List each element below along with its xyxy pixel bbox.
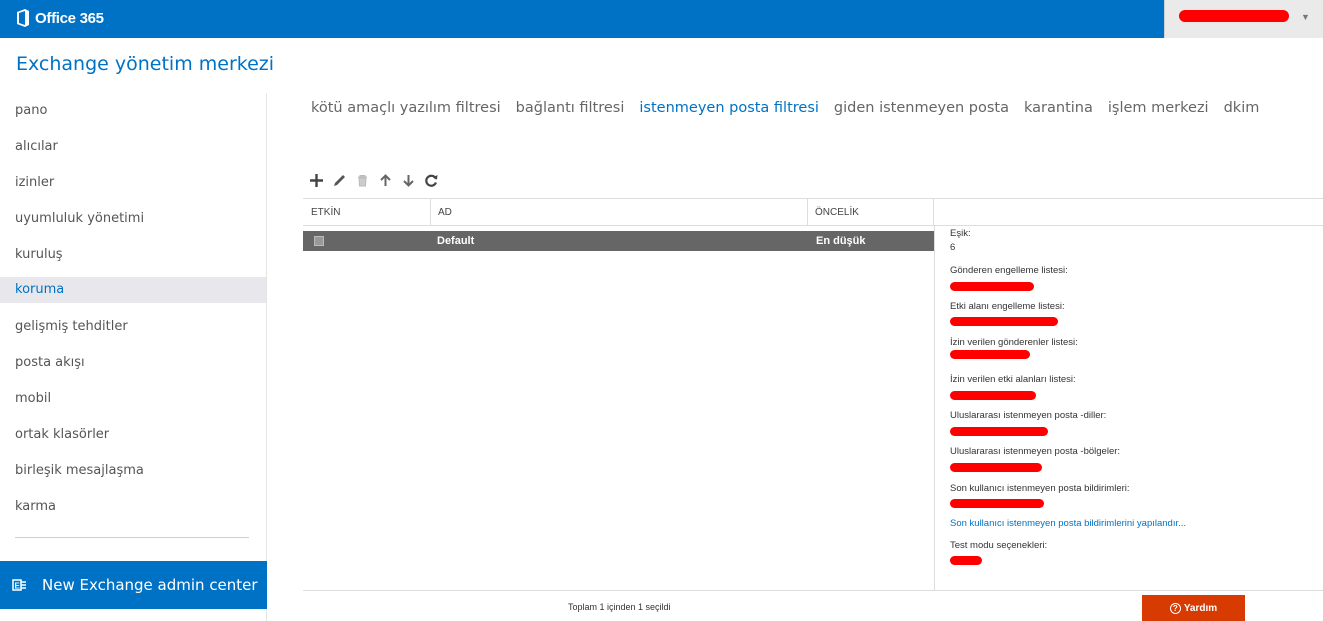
add-button[interactable] (305, 171, 328, 189)
tab-malware-filter[interactable]: kötü amaçlı yazılım filtresi (311, 100, 501, 122)
nav-item-uyumluluk[interactable]: uyumluluk yönetimi (0, 206, 266, 232)
filter-tabs: kötü amaçlı yazılım filtresi bağlantı fi… (311, 100, 1274, 122)
nav-item-kurulus[interactable]: kuruluş (0, 242, 266, 268)
threshold-label: Eşik: (950, 228, 971, 239)
nav-item-alicilar[interactable]: alıcılar (0, 134, 266, 160)
list-footer-divider (303, 590, 1323, 591)
redacted-value (950, 350, 1030, 359)
tab-action-center[interactable]: işlem merkezi (1108, 100, 1209, 122)
nav-divider (15, 537, 249, 538)
col-header-name[interactable]: AD (430, 199, 808, 225)
user-menu[interactable]: ▼ (1164, 0, 1323, 38)
help-label: Yardım (1183, 602, 1218, 614)
details-divider (934, 226, 935, 590)
nav-item-ortak-klasorler[interactable]: ortak klasörler (0, 422, 266, 448)
redacted-value (950, 282, 1034, 291)
nav-item-gelismis-tehditler[interactable]: gelişmiş tehditler (0, 314, 266, 340)
refresh-icon (425, 174, 438, 187)
refresh-button[interactable] (420, 171, 443, 189)
edit-button[interactable] (328, 171, 351, 189)
domain-block-label: Etki alanı engelleme listesi: (950, 301, 1065, 312)
grid-header: ETKİN AD ÖNCELİK (303, 198, 1323, 226)
top-bar: Office 365 ▼ (0, 0, 1323, 38)
exchange-icon: E (12, 579, 26, 591)
intl-regions-label: Uluslararası istenmeyen posta -bölgeler: (950, 446, 1121, 457)
tab-quarantine[interactable]: karantina (1024, 100, 1093, 122)
add-icon (310, 173, 323, 187)
page-title: Exchange yönetim merkezi (16, 53, 275, 75)
new-eac-button[interactable]: E New Exchange admin center (0, 561, 267, 609)
help-button[interactable]: ? Yardım (1142, 595, 1245, 621)
move-down-button[interactable] (397, 171, 420, 189)
nav-item-birlesik-mesajlasma[interactable]: birleşik mesajlaşma (0, 458, 266, 484)
row-name: Default (437, 235, 475, 247)
new-eac-label: New Exchange admin center (42, 576, 258, 594)
tab-dkim[interactable]: dkim (1224, 100, 1260, 122)
enabled-checkbox[interactable] (314, 236, 324, 246)
redacted-value (950, 391, 1036, 400)
table-row[interactable]: Default En düşük (303, 231, 934, 251)
tab-spam-filter[interactable]: istenmeyen posta filtresi (639, 100, 819, 122)
selection-status: Toplam 1 içinden 1 seçildi (568, 602, 671, 612)
nav-item-pano[interactable]: pano (0, 98, 266, 124)
nav-item-koruma[interactable]: koruma (0, 277, 266, 303)
nav-item-mobil[interactable]: mobil (0, 386, 266, 412)
enduser-notif-label: Son kullanıcı istenmeyen posta bildiriml… (950, 483, 1130, 494)
toolbar (305, 171, 443, 189)
nav-item-karma[interactable]: karma (0, 494, 266, 520)
svg-text:E: E (15, 582, 21, 591)
redacted-value (950, 499, 1044, 508)
office365-logo[interactable]: Office 365 (16, 8, 104, 28)
arrow-down-icon (403, 174, 414, 187)
office-logo-icon (17, 9, 29, 27)
sender-block-label: Gönderen engelleme listesi: (950, 265, 1068, 276)
col-header-enabled[interactable]: ETKİN (303, 199, 431, 225)
tab-outbound-spam[interactable]: giden istenmeyen posta (834, 100, 1009, 122)
row-priority: En düşük (816, 235, 866, 247)
nav-item-posta-akisi[interactable]: posta akışı (0, 350, 266, 376)
redacted-value (950, 317, 1058, 326)
allowed-senders-label: İzin verilen gönderenler listesi: (950, 337, 1078, 348)
threshold-value: 6 (950, 242, 956, 253)
redacted-value (950, 463, 1042, 472)
redacted-value (950, 427, 1048, 436)
nav-item-izinler[interactable]: izinler (0, 170, 266, 196)
left-nav: pano alıcılar izinler uyumluluk yönetimi… (0, 93, 267, 621)
tab-connection-filter[interactable]: bağlantı filtresi (516, 100, 625, 122)
question-icon: ? (1169, 602, 1181, 614)
app-name: Office 365 (35, 9, 104, 27)
allowed-domains-label: İzin verilen etki alanları listesi: (950, 374, 1076, 385)
col-header-priority[interactable]: ÖNCELİK (807, 199, 934, 225)
configure-notifications-link[interactable]: Son kullanıcı istenmeyen posta bildiriml… (950, 518, 1186, 529)
test-mode-label: Test modu seçenekleri: (950, 540, 1048, 551)
edit-icon (334, 174, 345, 186)
delete-button[interactable] (351, 171, 374, 189)
user-name-redacted (1179, 10, 1289, 22)
redacted-value (950, 556, 982, 565)
chevron-down-icon: ▼ (1301, 12, 1310, 22)
move-up-button[interactable] (374, 171, 397, 189)
arrow-up-icon (380, 173, 391, 186)
intl-languages-label: Uluslararası istenmeyen posta -diller: (950, 410, 1107, 421)
delete-icon (358, 174, 367, 186)
